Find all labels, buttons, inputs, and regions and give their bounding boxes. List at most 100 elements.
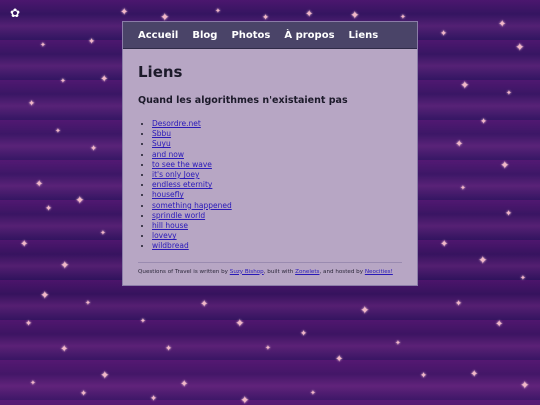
star-icon: ✦ [265, 344, 271, 352]
star-icon: ✦ [520, 274, 526, 282]
section-title: Quand les algorithmes n'existaient pas [138, 95, 348, 106]
nav-item-blog[interactable]: Blog [192, 30, 217, 41]
star-icon: ✦ [40, 288, 50, 302]
star-icon: ✦ [100, 229, 106, 237]
star-icon: ✦ [305, 9, 314, 20]
star-icon: ✦ [55, 127, 61, 135]
footer-builder-link[interactable]: Zonelets [295, 269, 319, 275]
star-icon: ✦ [28, 99, 36, 109]
footer-divider [138, 261, 402, 263]
link-to-see-the-wave[interactable]: to see the wave [152, 160, 212, 169]
star-icon: ✦ [350, 8, 360, 22]
list-item: endless eternity [152, 180, 402, 190]
page-title: Liens [138, 63, 183, 81]
star-icon: ✦ [100, 74, 109, 85]
star-icon: ✦ [100, 368, 110, 382]
star-icon: ✦ [455, 139, 464, 150]
nav-item-accueil[interactable]: Accueil [138, 30, 178, 41]
star-icon: ✦ [440, 239, 449, 250]
star-icon: ✦ [498, 19, 507, 30]
list-item: and now [152, 150, 402, 160]
footer-host-link[interactable]: Neocities! [365, 269, 393, 275]
link-lovevy[interactable]: lovevy [152, 231, 177, 240]
star-icon: ✦ [310, 389, 316, 397]
star-icon: ✦ [455, 299, 463, 309]
link-its-only-joey[interactable]: it's only Joey [152, 170, 199, 179]
nav-item-liens[interactable]: Liens [349, 30, 379, 41]
footer-text: Questions of Travel is written by [138, 268, 230, 275]
star-icon: ✦ [120, 7, 129, 18]
footer: Questions of Travel is written by Suzy B… [138, 269, 402, 275]
star-icon: ✦ [440, 29, 448, 39]
star-icon: ✦ [200, 299, 209, 310]
star-icon: ✦ [495, 319, 504, 330]
star-icon: ✦ [460, 184, 466, 192]
star-icon: ✦ [420, 371, 428, 381]
link-wildbread[interactable]: wildbread [152, 241, 189, 250]
link-sbbu[interactable]: Sbbu [152, 129, 171, 138]
star-icon: ✦ [335, 354, 344, 365]
star-icon: ✦ [80, 389, 88, 399]
main-content: Liens Quand les algorithmes n'existaient… [123, 49, 417, 275]
links-list: Desordre.net Sbbu Suyu and now to see th… [138, 119, 402, 252]
star-icon: ✦ [506, 89, 512, 97]
list-item: wildbread [152, 241, 402, 251]
star-icon: ✦ [515, 40, 525, 54]
star-icon: ✦ [505, 209, 513, 219]
star-icon: ✦ [400, 13, 406, 21]
list-item: housefly [152, 190, 402, 200]
star-icon: ✦ [360, 303, 370, 317]
star-icon: ✦ [215, 7, 221, 15]
list-item: it's only Joey [152, 170, 402, 180]
link-sprindle-world[interactable]: sprindle world [152, 211, 205, 220]
list-item: sprindle world [152, 211, 402, 221]
star-icon: ✦ [460, 78, 470, 92]
link-hill-house[interactable]: hill house [152, 221, 188, 230]
list-item: Suyu [152, 139, 402, 149]
plant-icon: ✿ [9, 6, 21, 20]
link-and-now[interactable]: and now [152, 150, 184, 159]
link-suyu[interactable]: Suyu [152, 139, 171, 148]
star-icon: ✦ [45, 204, 53, 214]
star-icon: ✦ [180, 379, 189, 390]
footer-text: , built with [263, 268, 296, 275]
nav-item-a-propos[interactable]: À propos [284, 30, 334, 41]
star-icon: ✦ [30, 379, 36, 387]
list-item: hill house [152, 221, 402, 231]
list-item: something happened [152, 201, 402, 211]
star-icon: ✦ [60, 77, 66, 85]
star-icon: ✦ [478, 253, 488, 267]
star-icon: ✦ [85, 299, 91, 307]
star-icon: ✦ [140, 317, 146, 325]
link-something-happened[interactable]: something happened [152, 201, 232, 210]
star-icon: ✦ [35, 179, 44, 190]
star-icon: ✦ [40, 41, 46, 49]
star-icon: ✦ [165, 344, 173, 354]
star-icon: ✦ [470, 369, 479, 380]
star-icon: ✦ [300, 329, 308, 339]
star-icon: ✦ [480, 117, 488, 127]
top-nav: Accueil Blog Photos À propos Liens [123, 22, 417, 49]
list-item: to see the wave [152, 160, 402, 170]
list-item: lovevy [152, 231, 402, 241]
star-icon: ✦ [75, 193, 85, 207]
star-icon: ✦ [520, 378, 530, 392]
star-icon: ✦ [240, 393, 250, 405]
star-icon: ✦ [60, 344, 69, 355]
star-icon: ✦ [500, 158, 510, 172]
link-endless-eternity[interactable]: endless eternity [152, 180, 212, 189]
footer-text: , and hosted by [319, 268, 365, 275]
star-icon: ✦ [90, 144, 98, 154]
nav-item-photos[interactable]: Photos [231, 30, 270, 41]
star-icon: ✦ [150, 394, 158, 404]
list-item: Desordre.net [152, 119, 402, 129]
page-container: Accueil Blog Photos À propos Liens Liens… [122, 21, 418, 286]
star-icon: ✦ [20, 239, 29, 250]
star-icon: ✦ [235, 316, 245, 330]
star-icon: ✦ [60, 258, 70, 272]
list-item: Sbbu [152, 129, 402, 139]
link-desordre[interactable]: Desordre.net [152, 119, 201, 128]
link-housefly[interactable]: housefly [152, 190, 184, 199]
footer-author-link[interactable]: Suzy Bishop [230, 269, 264, 275]
star-icon: ✦ [395, 339, 401, 347]
